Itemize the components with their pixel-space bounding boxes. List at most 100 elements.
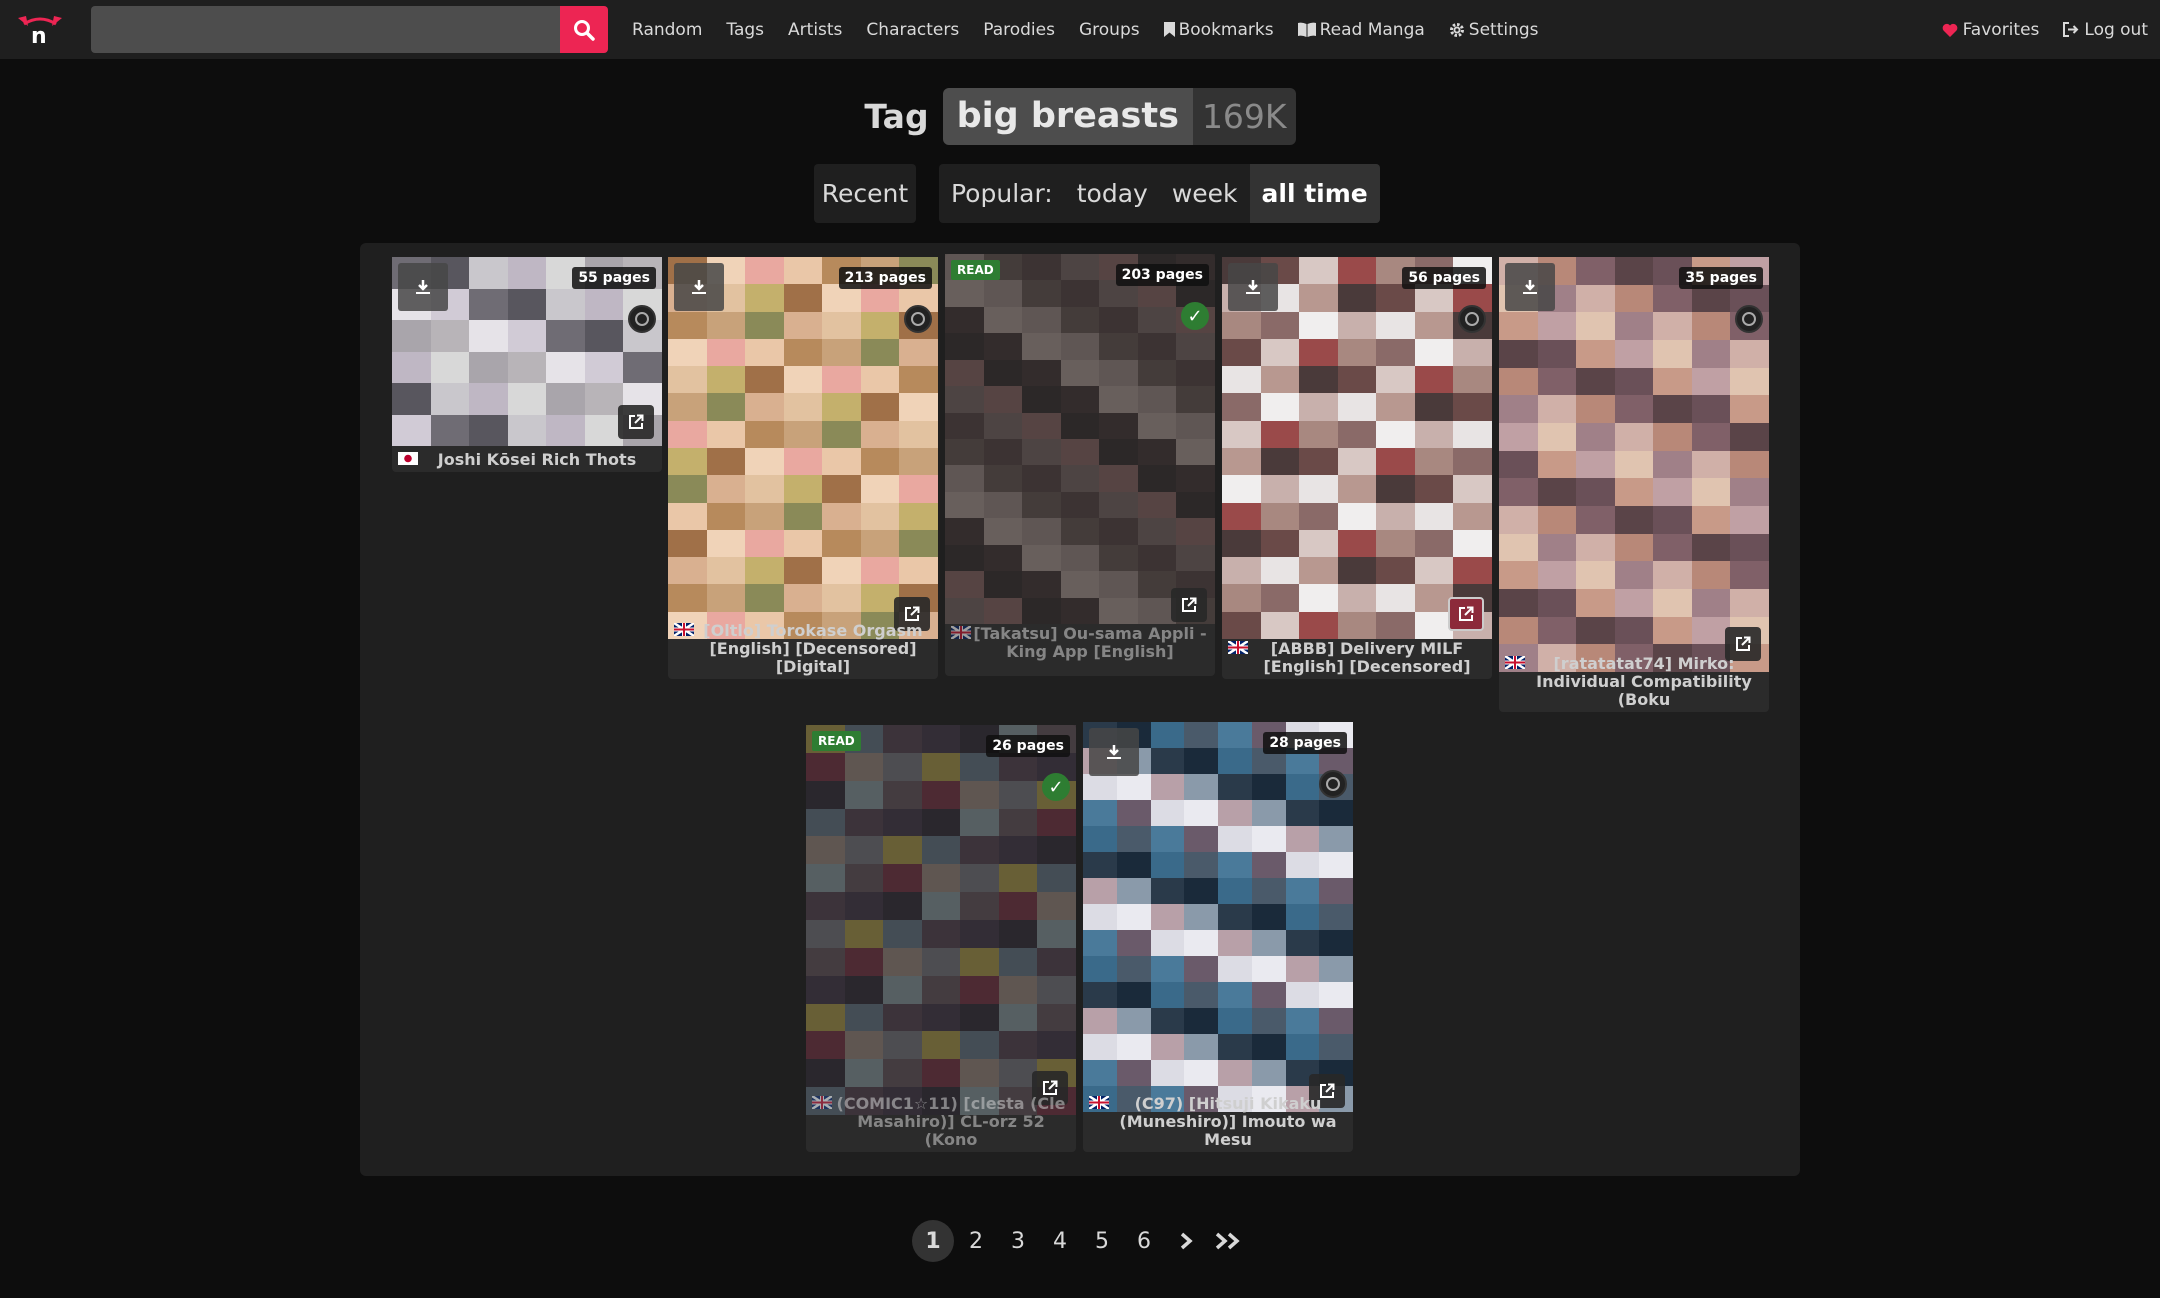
gallery-card[interactable]: 56 pages [ABBB] Delivery MILF [English] … [1222, 257, 1492, 679]
menu-characters[interactable]: Characters [854, 0, 971, 59]
menu-parodies[interactable]: Parodies [971, 0, 1067, 59]
read-status-toggle[interactable] [1319, 770, 1347, 798]
download-button[interactable] [674, 263, 724, 311]
cover-pixel [921, 947, 961, 976]
cover-pixel [1691, 478, 1731, 506]
read-status-toggle[interactable] [1458, 305, 1486, 333]
next-page-button[interactable] [1166, 1220, 1206, 1262]
page-link[interactable]: 6 [1124, 1220, 1164, 1262]
cover-pixel [706, 393, 746, 421]
gallery-caption[interactable]: [ABBB] Delivery MILF [English] [Decensor… [1222, 637, 1492, 679]
cover-pixel [1037, 1003, 1076, 1032]
cover-pixel [1337, 338, 1377, 367]
open-external-button[interactable] [1448, 597, 1484, 631]
cover-pixel [1260, 366, 1300, 394]
gallery-cover[interactable] [1222, 257, 1492, 639]
cover-pixel [806, 892, 845, 920]
gallery-card[interactable]: 55 pages Joshi Kōsei Rich Thots [392, 257, 662, 472]
cover-pixel [1022, 306, 1061, 334]
search-input[interactable] [91, 6, 560, 53]
cover-pixel [945, 386, 984, 413]
read-status-toggle[interactable] [1735, 305, 1763, 333]
sort-all-time-button[interactable]: all time [1249, 164, 1380, 223]
cover-pixel [1299, 366, 1338, 394]
menu-bookmarks[interactable]: Bookmarks [1152, 0, 1286, 59]
cover-pixel [1499, 339, 1538, 368]
cover-pixel [899, 475, 938, 503]
sort-recent-button[interactable]: Recent [814, 164, 916, 223]
cover-pixel [1337, 311, 1377, 339]
gallery-caption[interactable]: [ratatatat74] Mirko: Individual Compatib… [1499, 652, 1769, 712]
menu-groups[interactable]: Groups [1067, 0, 1152, 59]
open-external-button[interactable] [1171, 588, 1207, 622]
external-link-icon [1459, 606, 1474, 621]
cover-pixel [1022, 465, 1061, 492]
cover-pixel [998, 920, 1038, 948]
menu-read-manga[interactable]: Read Manga [1286, 0, 1437, 59]
gallery-card[interactable]: 35 pages [ratatatat74] Mirko: Individual… [1499, 257, 1769, 712]
read-status-toggle[interactable] [628, 305, 656, 333]
unread-circle-icon [911, 312, 925, 326]
cover-pixel [983, 359, 1023, 387]
page-link[interactable]: 3 [998, 1220, 1038, 1262]
gallery-cover[interactable] [1499, 257, 1769, 672]
menu-tags[interactable]: Tags [714, 0, 776, 59]
gallery-caption[interactable]: (C97) [Hitsuji Kikaku (Muneshiro)] Imout… [1083, 1092, 1353, 1152]
menu-settings[interactable]: Settings [1437, 0, 1551, 59]
download-button[interactable] [398, 263, 448, 311]
sort-today-button[interactable]: today [1065, 164, 1160, 223]
gallery-caption[interactable]: (COMIC1☆11) [clesta (Cle Masahiro)] CL-o… [806, 1092, 1076, 1152]
gallery-card[interactable]: READ 203 pages ✓ [Takatsu] Ou-sama Appli… [945, 254, 1215, 676]
download-button[interactable] [1228, 263, 1278, 311]
tag-chip[interactable]: big breasts 169K [942, 87, 1296, 145]
gallery-cover[interactable] [1083, 722, 1353, 1112]
gallery-card[interactable]: READ 26 pages ✓ (COMIC1☆11) [clesta (Cle… [806, 725, 1076, 1152]
cover-pixel [1251, 800, 1286, 826]
menu-logout[interactable]: Log out [2051, 0, 2160, 59]
cover-pixel [860, 338, 900, 367]
read-status-toggle[interactable] [904, 305, 932, 333]
gallery-caption[interactable]: [Oltlo] Torokase Orgasm [English] [Decen… [668, 619, 938, 679]
gallery-cover[interactable] [668, 257, 938, 639]
gallery-card[interactable]: 213 pages [Oltlo] Torokase Orgasm [Engli… [668, 257, 938, 679]
cover-pixel [844, 864, 884, 893]
page-link[interactable]: 5 [1082, 1220, 1122, 1262]
page-link-current[interactable]: 1 [912, 1220, 954, 1262]
gallery-card[interactable]: 28 pages (C97) [Hitsuji Kikaku (Muneshir… [1083, 722, 1353, 1152]
read-status-toggle[interactable]: ✓ [1181, 302, 1209, 330]
gallery-caption[interactable]: Joshi Kōsei Rich Thots [392, 448, 662, 472]
menu-random-label: Random [632, 19, 703, 40]
page-link[interactable]: 2 [956, 1220, 996, 1262]
cover-pixel [960, 1031, 999, 1060]
sort-week-button[interactable]: week [1160, 164, 1250, 223]
search-button[interactable] [560, 6, 608, 53]
cover-pixel [783, 393, 823, 421]
menu-logout-label: Log out [2084, 19, 2148, 40]
page-link[interactable]: 4 [1040, 1220, 1080, 1262]
gallery-cover[interactable] [945, 254, 1215, 624]
cover-pixel [1285, 826, 1320, 852]
cover-pixel [1614, 339, 1654, 368]
cover-pixel [983, 412, 1023, 439]
menu-random[interactable]: Random [620, 0, 714, 59]
cover-pixel [1285, 852, 1320, 878]
uk-flag-icon [951, 626, 971, 639]
cover-pixel [1576, 422, 1615, 451]
cover-pixel [1285, 904, 1320, 930]
cover-pixel [983, 597, 1023, 624]
cover-pixel [998, 892, 1038, 920]
cover-pixel [392, 383, 431, 415]
download-button[interactable] [1505, 263, 1555, 311]
menu-artists[interactable]: Artists [776, 0, 854, 59]
gallery-caption[interactable]: [Takatsu] Ou-sama Appli - King App [Engl… [945, 622, 1215, 664]
gallery-cover[interactable] [806, 725, 1076, 1115]
cover-pixel [1653, 561, 1692, 589]
cover-pixel [1537, 478, 1577, 506]
site-logo[interactable]: n [14, 12, 66, 46]
menu-favorites[interactable]: Favorites [1930, 0, 2052, 59]
last-page-button[interactable] [1208, 1220, 1248, 1262]
open-external-button[interactable] [618, 405, 654, 439]
download-button[interactable] [1089, 728, 1139, 776]
read-status-toggle[interactable]: ✓ [1042, 773, 1070, 801]
cover-pixel [1537, 450, 1577, 479]
